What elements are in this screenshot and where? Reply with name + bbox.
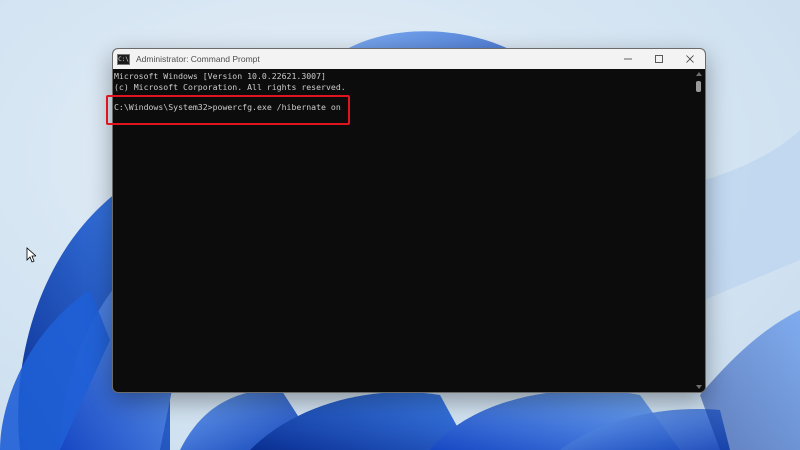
title-bar[interactable]: C:\ Administrator: Command Prompt — [113, 49, 705, 69]
window-title: Administrator: Command Prompt — [136, 54, 260, 64]
maximize-button[interactable] — [643, 49, 674, 69]
close-button[interactable] — [674, 49, 705, 69]
maximize-icon — [654, 55, 663, 63]
close-icon — [685, 55, 694, 63]
command-highlight-box — [106, 95, 350, 125]
mouse-cursor-icon — [26, 247, 36, 263]
copyright-line: (c) Microsoft Corporation. All rights re… — [114, 82, 346, 92]
scrollbar[interactable] — [693, 69, 705, 392]
minimize-icon — [623, 58, 632, 60]
scroll-thumb[interactable] — [696, 81, 701, 92]
minimize-button[interactable] — [612, 49, 643, 69]
cmd-icon: C:\ — [117, 53, 130, 65]
version-line: Microsoft Windows [Version 10.0.22621.30… — [114, 71, 326, 81]
window-controls — [612, 49, 705, 69]
scroll-down-arrow-icon[interactable] — [696, 385, 702, 389]
scroll-up-arrow-icon[interactable] — [696, 72, 702, 76]
